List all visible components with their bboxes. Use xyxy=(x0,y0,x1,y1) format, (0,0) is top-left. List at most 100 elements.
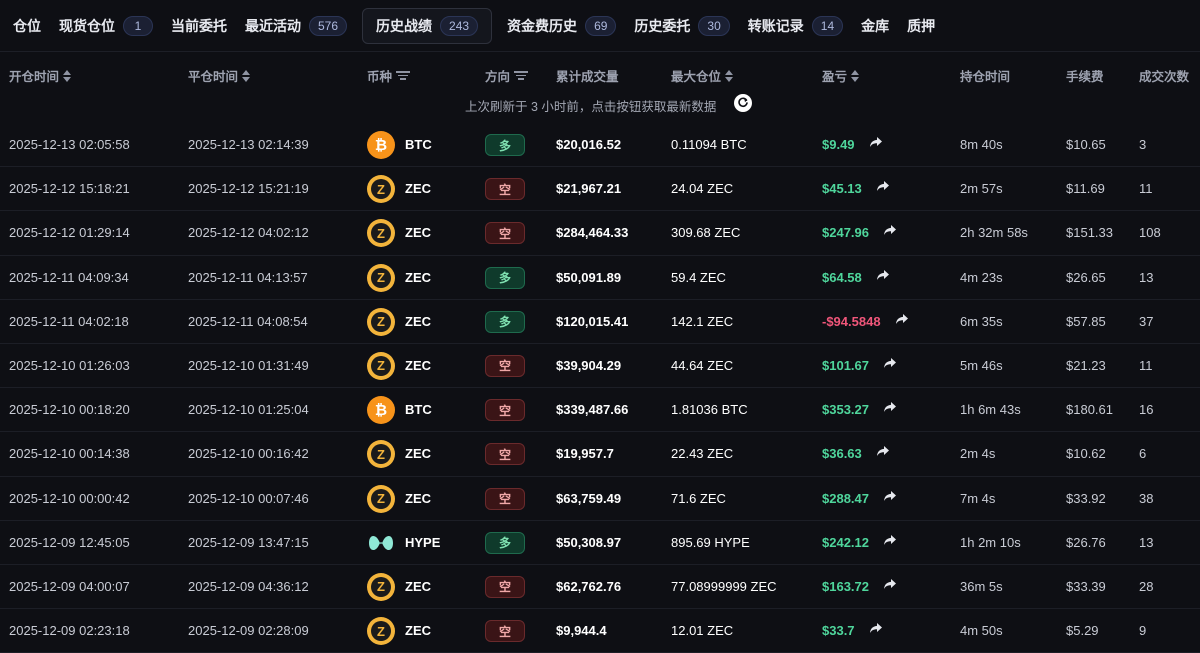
coin-name: ZEC xyxy=(405,490,431,506)
tab-8[interactable]: 金库 xyxy=(852,8,898,44)
col-direction[interactable]: 方向 xyxy=(485,66,529,85)
duration: 36m 5s xyxy=(960,578,1003,594)
share-icon[interactable] xyxy=(869,622,883,637)
share-icon[interactable] xyxy=(883,401,897,416)
volume: $19,957.7 xyxy=(556,446,614,462)
zec-icon: Z xyxy=(367,307,395,336)
tab-1[interactable]: 现货仓位 1 xyxy=(50,8,162,44)
volume: $284,464.33 xyxy=(556,225,629,241)
max-position: 44.64 ZEC xyxy=(671,357,734,373)
refresh-button[interactable] xyxy=(734,94,752,112)
close-time: 2025-12-09 04:36:12 xyxy=(188,578,309,594)
tab-9[interactable]: 质押 xyxy=(898,8,944,44)
zec-icon: Z xyxy=(367,617,395,646)
tab-3[interactable]: 最近活动 576 xyxy=(236,8,356,44)
share-icon[interactable] xyxy=(876,180,890,195)
max-position: 12.01 ZEC xyxy=(671,623,734,639)
trade-count: 108 xyxy=(1139,225,1161,241)
pnl-value: $247.96 xyxy=(822,225,869,241)
duration: 1h 2m 10s xyxy=(960,534,1021,550)
pnl-value: $33.7 xyxy=(822,623,855,639)
coin-name: ZEC xyxy=(405,578,431,594)
tab-label: 历史战绩 xyxy=(376,17,433,34)
table-row: 2025-12-09 02:23:18 2025-12-09 02:28:09 Z Z… xyxy=(0,609,1200,653)
tab-0[interactable]: 仓位 xyxy=(4,8,50,44)
table-header: 开仓时间 平仓时间 币种 方向 累计成交量 最大仓位 盈亏 持仓时间 手续费 成… xyxy=(0,52,1200,96)
close-time: 2025-12-10 01:31:49 xyxy=(188,357,309,373)
col-close-time[interactable]: 平仓时间 xyxy=(188,66,251,85)
share-icon[interactable] xyxy=(883,534,897,549)
open-time: 2025-12-10 01:26:03 xyxy=(9,357,130,373)
table-row: 2025-12-11 04:09:34 2025-12-11 04:13:57 Z Z… xyxy=(0,256,1200,300)
trade-count: 6 xyxy=(1139,446,1147,462)
share-icon[interactable] xyxy=(869,136,883,151)
fee: $26.65 xyxy=(1066,269,1106,285)
tab-label: 质押 xyxy=(907,17,936,34)
duration: 2m 4s xyxy=(960,446,996,462)
duration: 4m 50s xyxy=(960,623,1003,639)
trade-count: 38 xyxy=(1139,490,1154,506)
pnl-value: $242.12 xyxy=(822,534,869,550)
zec-icon: Z xyxy=(367,484,395,513)
close-time: 2025-12-10 01:25:04 xyxy=(188,402,309,418)
col-max-position[interactable]: 最大仓位 xyxy=(671,66,734,85)
direction-badge: 多 xyxy=(485,531,525,554)
tab-count-badge: 1 xyxy=(123,15,153,36)
pnl-value: -$94.5848 xyxy=(822,313,881,329)
duration: 2h 32m 58s xyxy=(960,225,1028,241)
trade-count: 37 xyxy=(1139,313,1154,329)
table-row: 2025-12-09 04:00:07 2025-12-09 04:36:12 Z Z… xyxy=(0,565,1200,610)
sort-icon xyxy=(851,69,860,82)
btc-icon: ₿ xyxy=(367,396,395,425)
max-position: 24.04 ZEC xyxy=(671,181,734,197)
coin-name: BTC xyxy=(405,137,432,152)
col-trades: 成交次数 xyxy=(1139,66,1189,85)
share-icon[interactable] xyxy=(883,578,897,593)
tab-7[interactable]: 转账记录 14 xyxy=(739,8,852,44)
col-close-time-label: 平仓时间 xyxy=(188,70,239,84)
share-icon[interactable] xyxy=(876,269,890,284)
share-icon[interactable] xyxy=(883,224,897,239)
tab-4[interactable]: 历史战绩 243 xyxy=(362,7,493,44)
col-volume: 累计成交量 xyxy=(556,66,619,85)
open-time: 2025-12-13 02:05:58 xyxy=(9,137,130,152)
fee: $57.85 xyxy=(1066,313,1106,329)
trade-count: 11 xyxy=(1139,357,1153,373)
col-coin[interactable]: 币种 xyxy=(367,66,411,85)
open-time: 2025-12-11 04:09:34 xyxy=(9,269,129,285)
trade-count: 16 xyxy=(1139,402,1154,418)
volume: $20,016.52 xyxy=(556,137,622,152)
direction-badge: 空 xyxy=(485,222,525,245)
direction-badge: 空 xyxy=(485,487,525,510)
close-time: 2025-12-10 00:07:46 xyxy=(188,490,309,506)
tab-2[interactable]: 当前委托 xyxy=(162,8,236,44)
share-icon[interactable] xyxy=(895,313,909,328)
volume: $9,944.4 xyxy=(556,623,607,639)
coin-name: ZEC xyxy=(405,357,431,373)
pnl-value: $64.58 xyxy=(822,269,862,285)
coin-name: ZEC xyxy=(405,623,431,639)
trade-count: 9 xyxy=(1139,623,1147,639)
share-icon[interactable] xyxy=(883,490,897,505)
share-icon[interactable] xyxy=(883,357,897,372)
share-icon[interactable] xyxy=(876,445,890,460)
pnl-value: $163.72 xyxy=(822,578,869,594)
btc-icon: ₿ xyxy=(367,131,395,159)
col-fee-label: 手续费 xyxy=(1066,70,1104,84)
tab-5[interactable]: 资金费历史 69 xyxy=(498,8,625,44)
tab-6[interactable]: 历史委托 30 xyxy=(625,8,738,44)
hype-icon xyxy=(367,529,395,557)
refresh-icon xyxy=(738,97,748,107)
direction-badge: 空 xyxy=(485,399,525,422)
duration: 4m 23s xyxy=(960,269,1003,285)
trade-count: 13 xyxy=(1139,269,1154,285)
col-pnl[interactable]: 盈亏 xyxy=(822,66,860,85)
col-open-time[interactable]: 开仓时间 xyxy=(9,66,72,85)
col-fee: 手续费 xyxy=(1066,66,1104,85)
col-duration: 持仓时间 xyxy=(960,66,1010,85)
tab-label: 现货仓位 xyxy=(59,17,115,34)
volume: $50,091.89 xyxy=(556,269,622,285)
tab-count-badge: 576 xyxy=(309,15,348,36)
tab-label: 资金费历史 xyxy=(507,17,578,34)
trade-count: 13 xyxy=(1139,534,1154,550)
